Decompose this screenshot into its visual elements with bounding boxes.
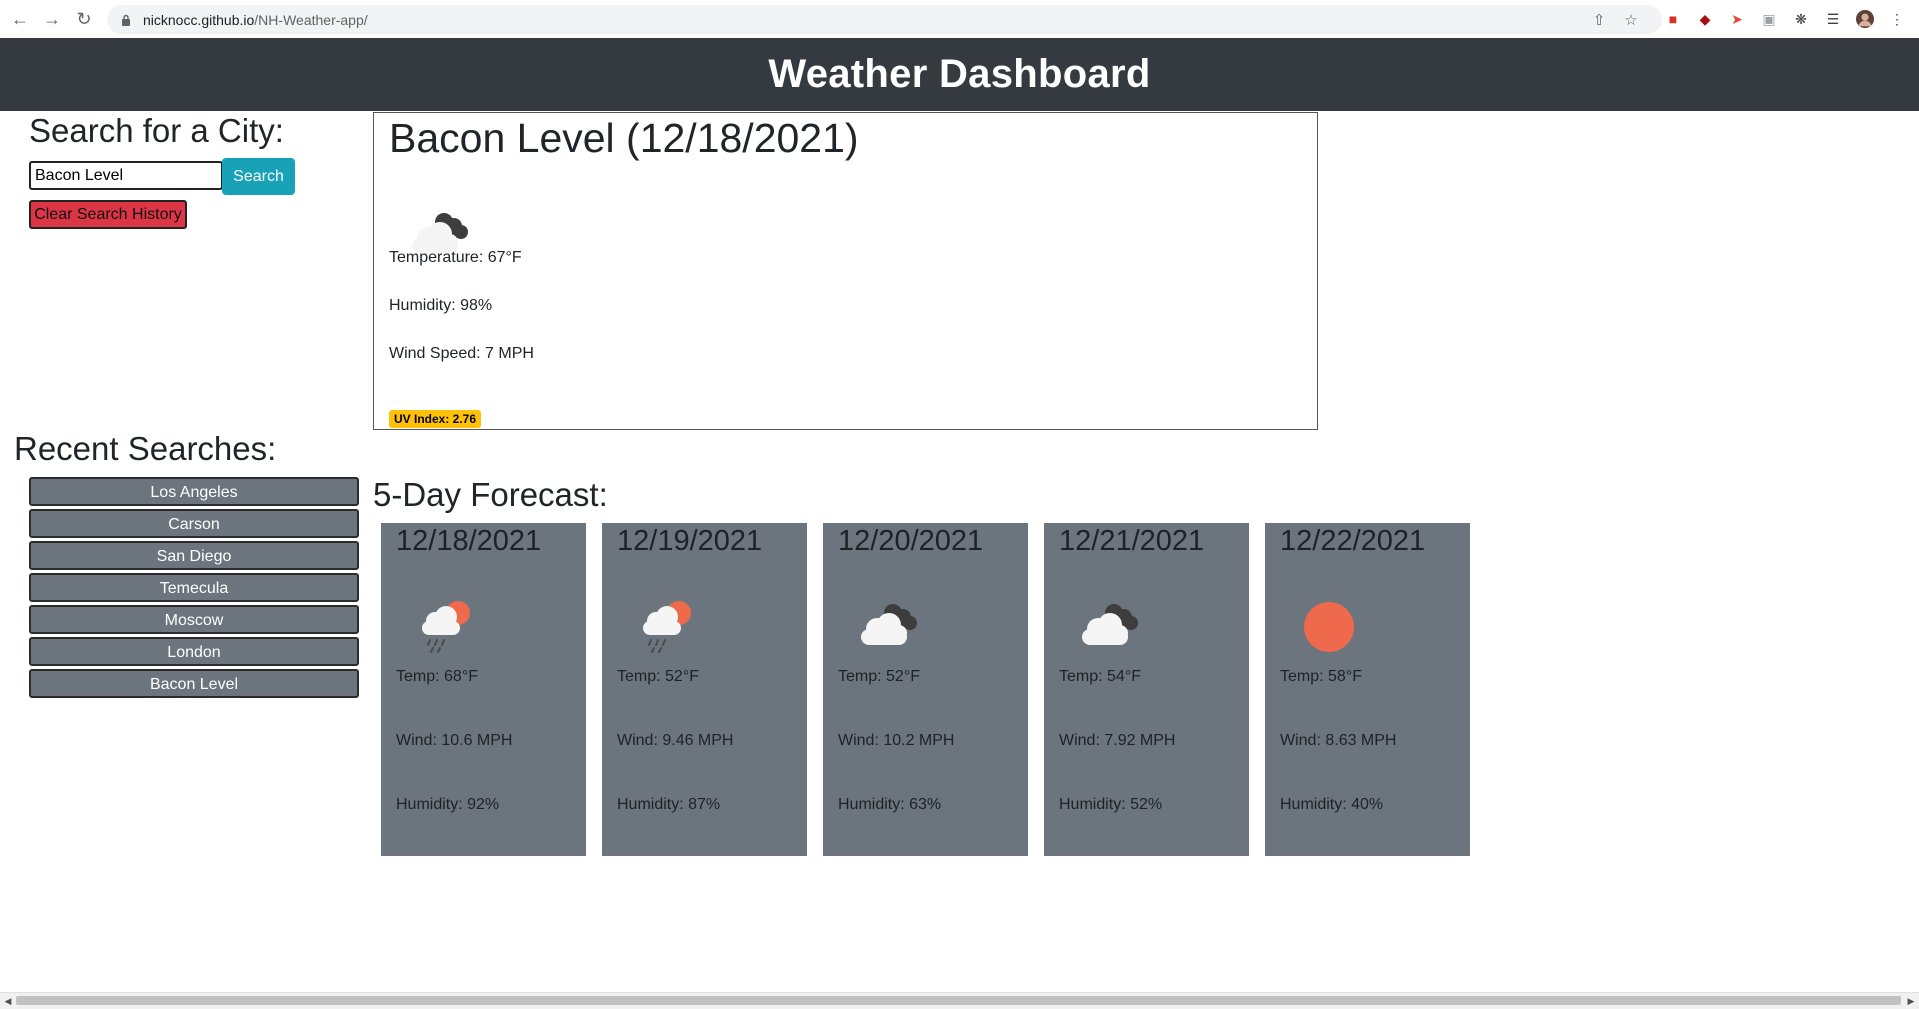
forecast-date: 12/18/2021	[396, 525, 542, 557]
forecast-wind: Wind: 9.46 MPH	[617, 732, 734, 749]
recent-search-san-diego[interactable]: San Diego	[29, 541, 359, 570]
lock-icon	[119, 13, 133, 27]
extension-icon[interactable]: ▣	[1760, 10, 1778, 28]
forecast-wind: Wind: 8.63 MPH	[1280, 732, 1397, 749]
forecast-wind: Wind: 7.92 MPH	[1059, 732, 1176, 749]
forecast-card: 12/22/2021 Temp: 58°F Wind: 8.63 MPH Hum…	[1265, 523, 1470, 856]
forecast-heading: 5-Day Forecast:	[373, 476, 608, 513]
forecast-temp: Temp: 58°F	[1280, 668, 1362, 685]
forecast-temp: Temp: 52°F	[617, 668, 699, 685]
forecast-date: 12/19/2021	[617, 525, 763, 557]
recent-search-london[interactable]: London	[29, 637, 359, 666]
current-wind-speed: Wind Speed: 7 MPH	[389, 345, 534, 362]
search-button[interactable]: Search	[222, 158, 295, 195]
reload-icon[interactable]: ↻	[72, 7, 96, 31]
forecast-temp: Temp: 52°F	[838, 668, 920, 685]
cloudy-icon	[847, 583, 927, 663]
scrollbar-thumb[interactable]	[16, 996, 1901, 1005]
forecast-card: 12/20/2021 Temp: 52°F Wind: 10.2 MPH Hum…	[823, 523, 1028, 856]
recent-search-los-angeles[interactable]: Los Angeles	[29, 477, 359, 506]
url-path: /NH-Weather-app/	[254, 11, 368, 28]
current-city-title: Bacon Level (12/18/2021)	[389, 115, 859, 161]
scroll-left-icon[interactable]: ◀	[1, 994, 15, 1008]
forecast-date: 12/21/2021	[1059, 525, 1205, 557]
rain-sun-icon	[626, 583, 706, 663]
forecast-date: 12/22/2021	[1280, 525, 1426, 557]
forecast-card: 12/21/2021 Temp: 54°F Wind: 7.92 MPH Hum…	[1044, 523, 1249, 856]
browser-toolbar: ← → ↻ nicknocc.github.io/NH-Weather-app/…	[0, 0, 1919, 39]
url-text: nicknocc.github.io/NH-Weather-app/	[143, 12, 368, 28]
forecast-temp: Temp: 54°F	[1059, 668, 1141, 685]
current-humidity: Humidity: 98%	[389, 297, 493, 314]
media-queue-icon[interactable]: ☰	[1824, 10, 1842, 28]
recent-searches-heading: Recent Searches:	[14, 430, 277, 467]
avatar[interactable]	[1856, 10, 1874, 28]
current-weather-card: Bacon Level (12/18/2021) Temperature: 67…	[373, 112, 1318, 430]
forecast-wind: Wind: 10.2 MPH	[838, 732, 955, 749]
recent-search-moscow[interactable]: Moscow	[29, 605, 359, 634]
city-search-input[interactable]	[29, 161, 223, 190]
forecast-humidity: Humidity: 63%	[838, 796, 942, 813]
back-icon[interactable]: ←	[8, 7, 32, 31]
current-temperature: Temperature: 67°F	[389, 249, 522, 266]
recent-search-temecula[interactable]: Temecula	[29, 573, 359, 602]
search-heading: Search for a City:	[29, 112, 284, 149]
forward-icon[interactable]: →	[40, 7, 64, 31]
forecast-date: 12/20/2021	[838, 525, 984, 557]
site-header: Weather Dashboard	[0, 38, 1919, 111]
address-bar[interactable]: nicknocc.github.io/NH-Weather-app/ ⇧ ☆	[107, 5, 1662, 34]
recent-search-carson[interactable]: Carson	[29, 509, 359, 538]
cloudy-icon	[1068, 583, 1148, 663]
uv-index-badge: UV Index: 2.76	[389, 410, 482, 428]
forecast-humidity: Humidity: 52%	[1059, 796, 1163, 813]
menu-kebab-icon[interactable]: ⋮	[1888, 10, 1906, 28]
forecast-card: 12/18/2021 Temp: 68°F Wind: 10.6 MPH Hum…	[381, 523, 586, 856]
forecast-wind: Wind: 10.6 MPH	[396, 732, 513, 749]
extension-icon[interactable]: ➤	[1728, 10, 1746, 28]
recent-search-bacon-level[interactable]: Bacon Level	[29, 669, 359, 698]
forecast-card: 12/19/2021 Temp: 52°F Wind: 9.46 MPH Hum…	[602, 523, 807, 856]
recent-searches-list: Los Angeles Carson San Diego Temecula Mo…	[29, 477, 359, 701]
forecast-humidity: Humidity: 92%	[396, 796, 500, 813]
rain-sun-icon	[405, 583, 485, 663]
page-title: Weather Dashboard	[768, 52, 1151, 96]
clear-history-button[interactable]: Clear Search History	[29, 200, 187, 229]
bookmark-star-icon[interactable]: ☆	[1622, 11, 1640, 29]
horizontal-scrollbar[interactable]: ◀ ▶	[0, 992, 1919, 1009]
share-icon[interactable]: ⇧	[1590, 11, 1608, 29]
extension-icon[interactable]: ■	[1664, 10, 1682, 28]
scroll-right-icon[interactable]: ▶	[1904, 994, 1918, 1008]
puzzle-icon[interactable]: ❋	[1792, 10, 1810, 28]
sun-icon	[1289, 583, 1369, 663]
forecast-humidity: Humidity: 40%	[1280, 796, 1384, 813]
ublock-icon[interactable]: ◆	[1696, 10, 1714, 28]
forecast-humidity: Humidity: 87%	[617, 796, 721, 813]
forecast-temp: Temp: 68°F	[396, 668, 478, 685]
url-host: nicknocc.github.io	[143, 11, 255, 28]
